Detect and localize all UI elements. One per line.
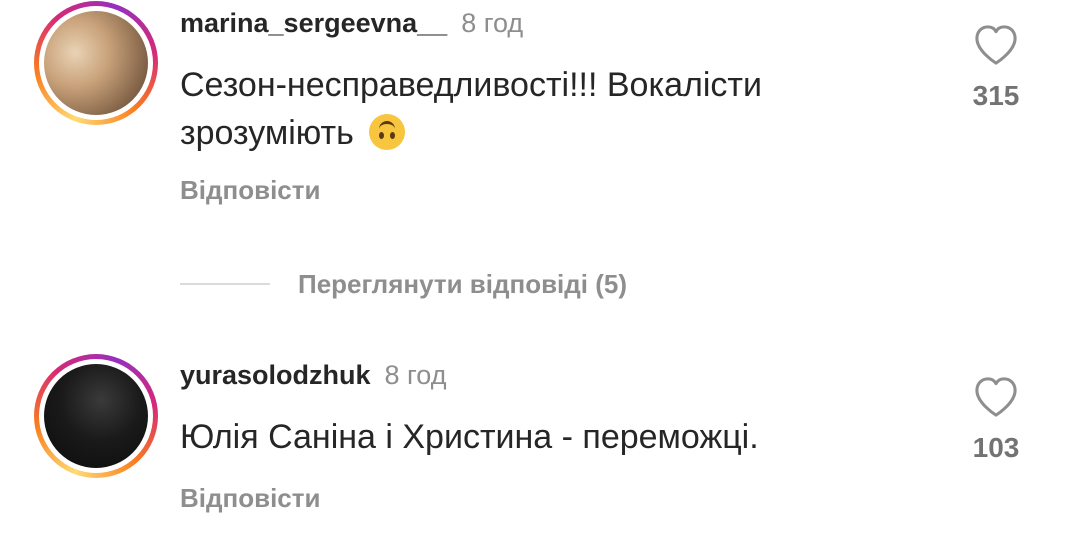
avatar-photo	[44, 364, 148, 468]
avatar-photo	[44, 11, 148, 115]
reply-button[interactable]: Відповісти	[180, 175, 320, 206]
like-count: 315	[972, 80, 1020, 111]
comment-header: yurasolodzhuk 8 год	[180, 360, 446, 391]
avatar[interactable]	[34, 354, 158, 478]
like-count: 103	[972, 432, 1020, 463]
heart-icon[interactable]	[973, 376, 1019, 418]
username-link[interactable]: yurasolodzhuk	[180, 360, 371, 390]
comment-header: marina_sergeevna__ 8 год	[180, 8, 523, 39]
comment-text: Сезон-несправедливості!!! Вокалісти зроз…	[180, 61, 900, 157]
comment-text-content: Сезон-несправедливості!!! Вокалісти зроз…	[180, 66, 762, 152]
avatar[interactable]	[34, 1, 158, 125]
like-control: 103	[960, 376, 1032, 464]
comment-item: marina_sergeevna__ 8 год Сезон-несправедл…	[0, 0, 1080, 240]
comment-time: 8 год	[384, 360, 447, 390]
view-replies-divider	[180, 283, 270, 285]
view-replies-button[interactable]: Переглянути відповіді (5)	[180, 266, 627, 302]
username-link[interactable]: marina_sergeevna__	[180, 8, 447, 38]
heart-icon[interactable]	[973, 24, 1019, 66]
comment-time: 8 год	[461, 8, 524, 38]
comment-item: yurasolodzhuk 8 год Юлія Саніна і Христин…	[0, 350, 1080, 534]
reply-button[interactable]: Відповісти	[180, 483, 320, 514]
upside-down-face-emoji-icon	[369, 114, 406, 150]
comment-text: Юлія Саніна і Христина - переможці.	[180, 418, 759, 456]
like-control: 315	[960, 24, 1032, 112]
view-replies-label: Переглянути відповіді (5)	[298, 268, 628, 299]
